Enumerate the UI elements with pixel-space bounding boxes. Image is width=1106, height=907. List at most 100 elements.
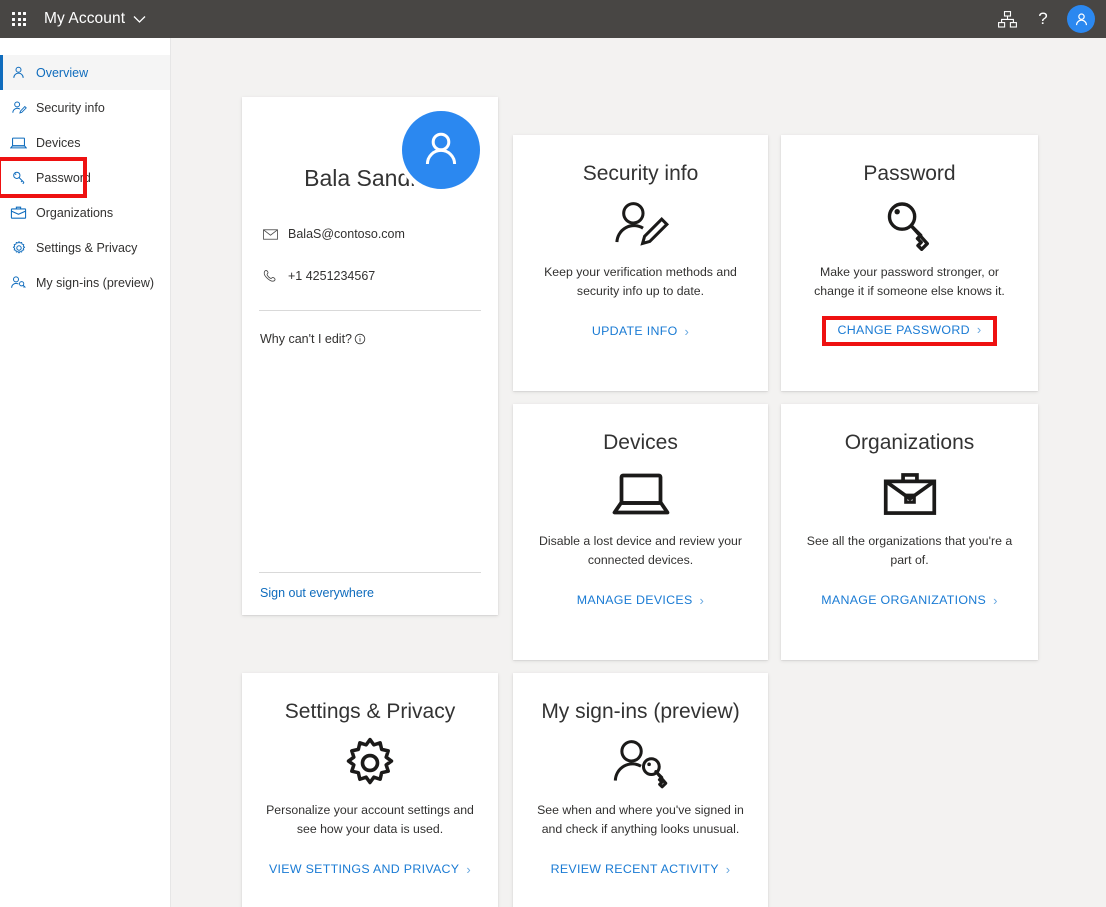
main-content: Bala Sandhu BalaS@contoso.com +1 4251234…: [171, 38, 1106, 907]
card-title: Security info: [531, 162, 750, 185]
link-label: REVIEW RECENT ACTIVITY: [551, 862, 719, 876]
laptop-icon: [531, 458, 750, 530]
chevron-right-icon: ›: [993, 593, 998, 608]
link-label: MANAGE DEVICES: [577, 593, 693, 607]
chevron-down-icon: [133, 15, 146, 24]
sidebar-item-devices[interactable]: Devices: [0, 125, 170, 160]
link-label: VIEW SETTINGS AND PRIVACY: [269, 862, 459, 876]
why-cant-i-edit-link[interactable]: Why can't I edit?: [242, 332, 498, 346]
profile-card: Bala Sandhu BalaS@contoso.com +1 4251234…: [242, 97, 498, 615]
update-info-link[interactable]: UPDATE INFO ›: [592, 324, 689, 339]
sign-out-everywhere-link[interactable]: Sign out everywhere: [260, 586, 374, 600]
sidebar-item-organizations[interactable]: Organizations: [0, 195, 170, 230]
devices-tile: Devices Disable a lost device and review…: [513, 404, 768, 609]
sidebar-item-label: Security info: [36, 101, 105, 115]
manage-organizations-link[interactable]: MANAGE ORGANIZATIONS ›: [821, 593, 997, 608]
key-icon: [799, 189, 1020, 261]
card-description: Keep your verification methods and secur…: [531, 263, 750, 300]
gear-icon: [10, 239, 27, 256]
chevron-right-icon: ›: [685, 324, 690, 339]
key-icon: [10, 169, 27, 186]
organizations-tile: Organizations See all the organizations …: [781, 404, 1038, 609]
card-link-wrap: UPDATE INFO ›: [592, 300, 689, 341]
why-cant-i-edit-label: Why can't I edit?: [260, 332, 352, 346]
profile-avatar: [397, 106, 485, 194]
person-key-icon: [10, 274, 27, 291]
sidebar-nav: Overview Security info Devices: [0, 38, 171, 907]
sidebar-item-password[interactable]: Password: [0, 160, 84, 195]
person-icon: [10, 64, 27, 81]
manage-devices-link[interactable]: MANAGE DEVICES ›: [577, 593, 704, 608]
waffle-grid: [12, 12, 26, 26]
view-settings-privacy-link[interactable]: VIEW SETTINGS AND PRIVACY ›: [269, 862, 471, 877]
card-title: Organizations: [799, 431, 1020, 454]
person-edit-icon: [531, 189, 750, 261]
header-actions: ?: [991, 3, 1106, 35]
mail-icon: [262, 226, 278, 242]
card-link-wrap: MANAGE DEVICES ›: [577, 569, 704, 610]
app-title-label: My Account: [44, 10, 125, 28]
sidebar-item-label: Overview: [36, 66, 88, 80]
security-info-tile: Security info Keep your verification met…: [513, 135, 768, 340]
avatar[interactable]: [1067, 5, 1095, 33]
card-title: My sign-ins (preview): [531, 700, 750, 723]
profile-phone: +1 4251234567: [288, 269, 375, 283]
my-sign-ins-tile: My sign-ins (preview) See when and where…: [513, 673, 768, 878]
org-hierarchy-icon[interactable]: [991, 3, 1023, 35]
sidebar-item-security-info[interactable]: Security info: [0, 90, 170, 125]
my-sign-ins-card[interactable]: My sign-ins (preview) See when and where…: [513, 673, 768, 907]
phone-icon: [262, 268, 278, 284]
person-key-icon: [531, 727, 750, 799]
chevron-right-icon: ›: [726, 862, 731, 877]
gear-icon: [260, 727, 480, 799]
card-link-wrap: MANAGE ORGANIZATIONS ›: [821, 569, 997, 610]
profile-divider-bottom: [259, 572, 481, 573]
settings-privacy-card[interactable]: Settings & Privacy Personalize your acco…: [242, 673, 498, 907]
sidebar-item-label: Settings & Privacy: [36, 241, 137, 255]
card-link-wrap: VIEW SETTINGS AND PRIVACY ›: [269, 838, 471, 879]
sidebar-item-my-sign-ins[interactable]: My sign-ins (preview): [0, 265, 170, 300]
sidebar-item-settings-privacy[interactable]: Settings & Privacy: [0, 230, 170, 265]
info-icon: [354, 333, 366, 345]
chevron-right-icon: ›: [977, 322, 982, 337]
app-launcher-icon[interactable]: [0, 0, 38, 38]
sidebar-item-overview[interactable]: Overview: [0, 55, 170, 90]
briefcase-icon: [799, 458, 1020, 530]
person-edit-icon: [10, 99, 27, 116]
card-title: Password: [799, 162, 1020, 185]
sidebar-item-label: My sign-ins (preview): [36, 276, 154, 290]
card-description: Personalize your account settings and se…: [260, 801, 480, 838]
settings-privacy-tile: Settings & Privacy Personalize your acco…: [242, 673, 498, 878]
card-description: See when and where you've signed in and …: [531, 801, 750, 838]
card-title: Settings & Privacy: [260, 700, 480, 723]
profile-phone-row: +1 4251234567: [242, 268, 498, 284]
link-label: CHANGE PASSWORD: [838, 323, 970, 337]
security-info-card[interactable]: Security info Keep your verification met…: [513, 135, 768, 391]
chevron-right-icon: ›: [466, 862, 471, 877]
app-title-menu[interactable]: My Account: [44, 10, 146, 28]
card-link-wrap: REVIEW RECENT ACTIVITY ›: [551, 838, 731, 879]
help-icon[interactable]: ?: [1027, 3, 1059, 35]
card-description: Make your password stronger, or change i…: [799, 263, 1020, 300]
profile-email: BalaS@contoso.com: [288, 227, 405, 241]
organizations-card[interactable]: Organizations See all the organizations …: [781, 404, 1038, 660]
profile-email-row: BalaS@contoso.com: [242, 226, 498, 242]
briefcase-icon: [10, 204, 27, 221]
sidebar-item-label: Organizations: [36, 206, 113, 220]
laptop-icon: [10, 134, 27, 151]
password-tile: Password Make your password stronger, or…: [781, 135, 1038, 342]
help-label: ?: [1038, 9, 1047, 29]
card-description: See all the organizations that you're a …: [799, 532, 1020, 569]
review-recent-activity-link[interactable]: REVIEW RECENT ACTIVITY ›: [551, 862, 731, 877]
profile-divider-top: [259, 310, 481, 311]
sidebar-item-label: Devices: [36, 136, 80, 150]
change-password-highlight: CHANGE PASSWORD ›: [826, 320, 994, 342]
chevron-right-icon: ›: [700, 593, 705, 608]
devices-card[interactable]: Devices Disable a lost device and review…: [513, 404, 768, 660]
password-card[interactable]: Password Make your password stronger, or…: [781, 135, 1038, 391]
sidebar-item-label: Password: [36, 171, 91, 185]
top-header-bar: My Account ?: [0, 0, 1106, 38]
link-label: MANAGE ORGANIZATIONS: [821, 593, 986, 607]
change-password-link[interactable]: CHANGE PASSWORD ›: [838, 322, 982, 337]
card-description: Disable a lost device and review your co…: [531, 532, 750, 569]
